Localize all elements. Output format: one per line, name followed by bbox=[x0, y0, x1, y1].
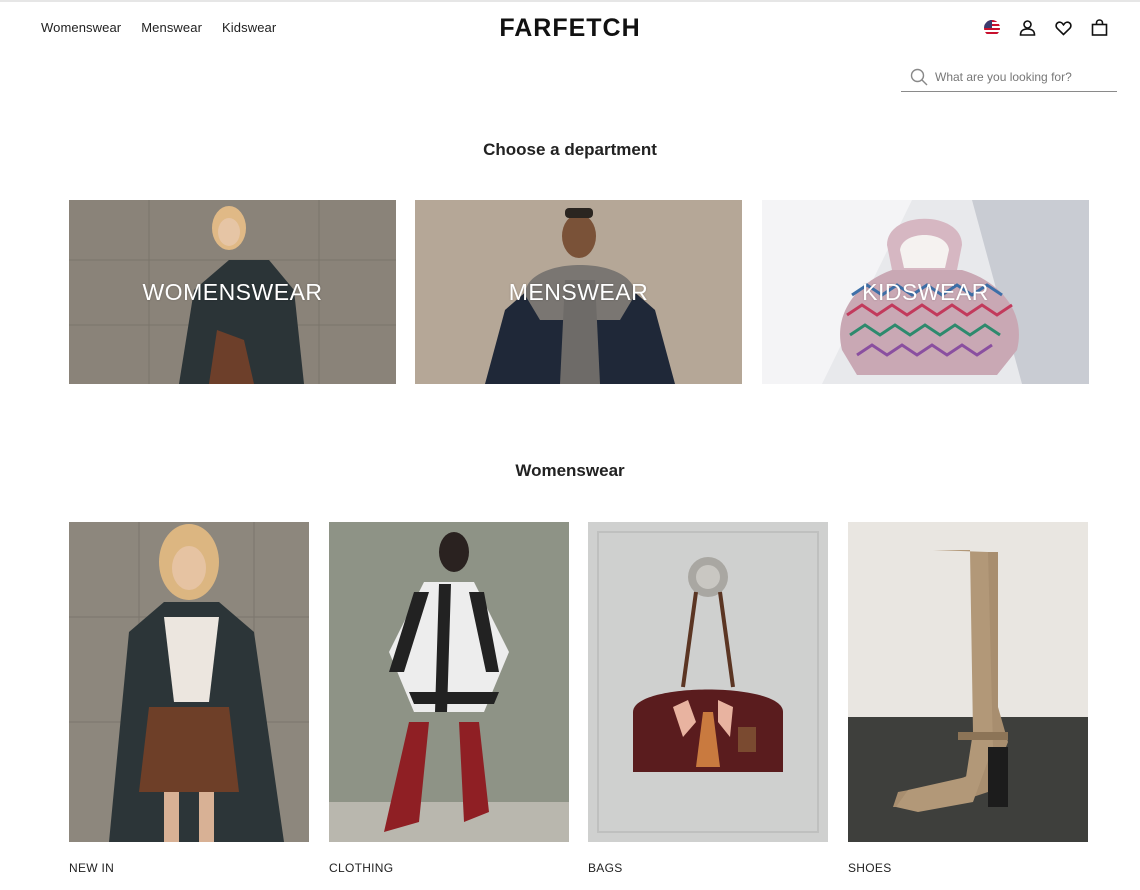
search-icon[interactable] bbox=[909, 67, 929, 87]
farfetch-logo[interactable]: FARFETCH bbox=[0, 14, 1140, 43]
department-tile-kidswear[interactable]: KIDSWEAR bbox=[762, 200, 1089, 384]
tile-label-kidswear: KIDSWEAR bbox=[862, 278, 989, 305]
category-label-new-in[interactable]: NEW IN bbox=[69, 861, 114, 875]
us-flag-icon[interactable] bbox=[982, 18, 1001, 37]
department-tile-menswear[interactable]: MENSWEAR bbox=[415, 200, 742, 384]
top-border bbox=[0, 0, 1140, 2]
wishlist-heart-icon[interactable] bbox=[1054, 18, 1073, 37]
header-icons bbox=[982, 18, 1109, 37]
tile-label-menswear: MENSWEAR bbox=[508, 278, 649, 305]
new-in-photo bbox=[69, 522, 309, 842]
womenswear-section-title: Womenswear bbox=[515, 461, 625, 480]
category-label-clothing[interactable]: CLOTHING bbox=[329, 861, 393, 875]
category-card-new-in[interactable] bbox=[69, 522, 309, 842]
tile-label-womenswear: WOMENSWEAR bbox=[142, 278, 323, 305]
category-label-bags[interactable]: BAGS bbox=[588, 861, 623, 875]
search-input[interactable] bbox=[935, 69, 1115, 84]
category-card-bags[interactable] bbox=[588, 522, 828, 842]
shopping-bag-icon[interactable] bbox=[1090, 18, 1109, 37]
category-card-clothing[interactable] bbox=[329, 522, 569, 842]
department-tile-womenswear[interactable]: WOMENSWEAR bbox=[69, 200, 396, 384]
shoes-photo bbox=[848, 522, 1088, 842]
account-icon[interactable] bbox=[1018, 18, 1037, 37]
bags-photo bbox=[588, 522, 828, 842]
category-card-shoes[interactable] bbox=[848, 522, 1088, 842]
clothing-photo bbox=[329, 522, 569, 842]
search-bar[interactable] bbox=[901, 62, 1117, 92]
category-label-shoes[interactable]: SHOES bbox=[848, 861, 892, 875]
department-section-title: Choose a department bbox=[483, 140, 657, 159]
